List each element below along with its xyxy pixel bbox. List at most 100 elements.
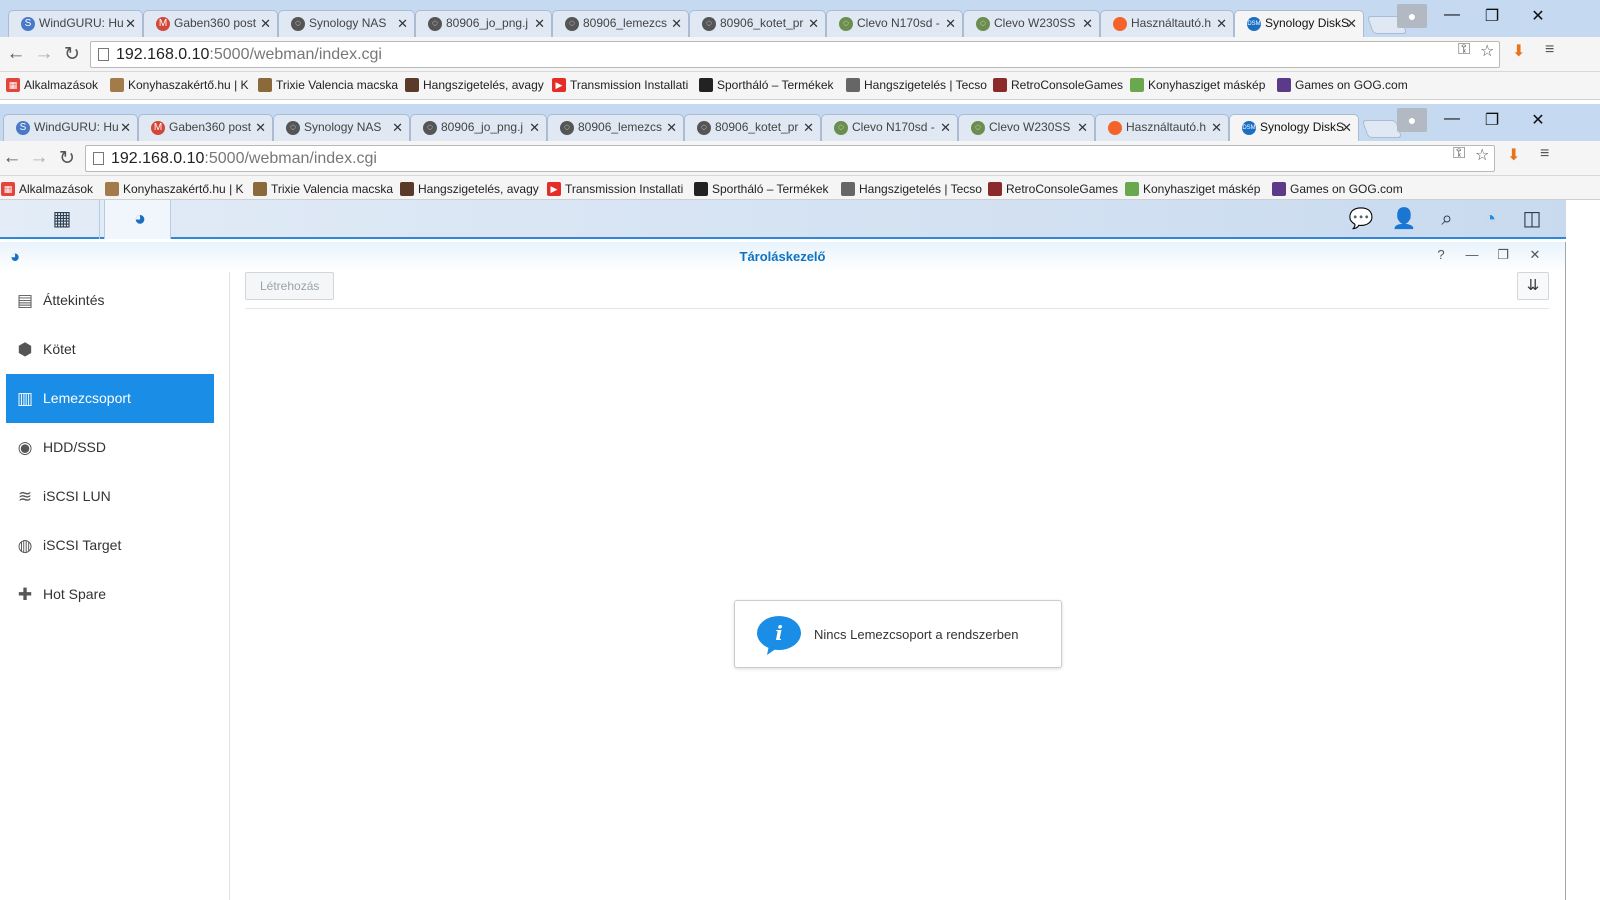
reload-icon[interactable]: ↻ xyxy=(55,147,79,170)
back-arrow-icon[interactable]: ← xyxy=(0,147,24,169)
tab-close-icon[interactable]: ✕ xyxy=(1077,115,1088,140)
notifications-icon[interactable]: 💬 xyxy=(1346,206,1376,232)
tab-close-icon[interactable]: ✕ xyxy=(120,115,131,140)
key-icon[interactable]: ⚿ xyxy=(1453,145,1465,163)
tab-close-icon[interactable]: ✕ xyxy=(1216,11,1227,36)
close-window-icon[interactable]: ✕ xyxy=(1518,110,1558,130)
sidebar-item-iscsi-lun[interactable]: ≋ iSCSI LUN xyxy=(6,472,214,521)
sidebar-item-disk-group[interactable]: ▥ Lemezcsoport xyxy=(6,374,214,423)
sidebar-item-volume[interactable]: ⬢ Kötet xyxy=(6,325,214,374)
browser-tab[interactable]: ◌ Clevo N170sd - ✕ xyxy=(821,114,958,141)
user-icon[interactable]: 👤 xyxy=(1389,206,1419,232)
menu-icon[interactable]: ≡ xyxy=(1545,41,1554,59)
tab-close-icon[interactable]: ✕ xyxy=(671,11,682,36)
forward-arrow-icon[interactable]: → xyxy=(27,147,51,169)
restore-window-icon[interactable]: ❐ xyxy=(1472,6,1512,26)
tab-close-icon[interactable]: ✕ xyxy=(1341,115,1352,140)
bookmark[interactable]: Konyhasziget máskép xyxy=(1130,78,1265,92)
sort-button[interactable]: ⇊ xyxy=(1517,272,1549,300)
browser-tab[interactable]: DSM Synology DiskS ✕ xyxy=(1234,10,1364,38)
browser-tab[interactable]: ◌ Clevo N170sd - ✕ xyxy=(826,10,963,37)
bookmark[interactable]: Konyhaszakértő.hu | K xyxy=(105,182,244,196)
bookmark[interactable]: Konyhaszakértő.hu | K xyxy=(110,78,249,92)
browser-tab[interactable]: M Gaben360 post ✕ xyxy=(138,114,273,141)
bookmark[interactable]: Trixie Valencia macska xyxy=(258,78,398,92)
menu-icon[interactable]: ≡ xyxy=(1540,145,1549,163)
address-bar[interactable]: 192.168.0.10:5000/webman/index.cgi xyxy=(85,145,1495,172)
browser-tab[interactable]: ◌ 80906_kotet_pr ✕ xyxy=(684,114,821,141)
help-icon[interactable]: ? xyxy=(1431,247,1451,262)
bookmark[interactable]: Konyhasziget máskép xyxy=(1125,182,1260,196)
search-icon[interactable]: ⌕ xyxy=(1432,206,1462,232)
forward-arrow-icon[interactable]: → xyxy=(32,43,56,65)
browser-tab[interactable]: ◌ 80906_jo_png.j ✕ xyxy=(410,114,547,141)
bookmark-star-icon[interactable]: ☆ xyxy=(1475,145,1489,165)
storage-manager-taskbar-button[interactable]: ◕ xyxy=(104,200,171,239)
sidebar-item-iscsi-target[interactable]: ◍ iSCSI Target xyxy=(6,521,214,570)
browser-tab[interactable]: DSM Synology DiskS ✕ xyxy=(1229,114,1359,142)
bookmark[interactable]: RetroConsoleGames xyxy=(993,78,1123,92)
browser-tab[interactable]: ◌ 80906_kotet_pr ✕ xyxy=(689,10,826,37)
browser-tab[interactable]: ◌ Synology NAS ✕ xyxy=(278,10,415,37)
bookmark[interactable]: Hangszigetelés, avagy xyxy=(400,182,539,196)
tab-close-icon[interactable]: ✕ xyxy=(529,115,540,140)
bookmark[interactable]: ▶ Transmission Installati xyxy=(552,78,688,92)
minimize-window-icon[interactable]: — xyxy=(1432,110,1472,128)
bookmark[interactable]: Games on GOG.com xyxy=(1272,182,1403,196)
tab-close-icon[interactable]: ✕ xyxy=(255,115,266,140)
bookmark[interactable]: RetroConsoleGames xyxy=(988,182,1118,196)
browser-tab[interactable]: ◌ 80906_lemezcs ✕ xyxy=(547,114,684,141)
tab-close-icon[interactable]: ✕ xyxy=(940,115,951,140)
profile-icon[interactable]: ● xyxy=(1397,4,1427,28)
bookmark[interactable]: Hangszigetelés | Tecso xyxy=(841,182,982,196)
bookmark[interactable]: Hangszigetelés | Tecso xyxy=(846,78,987,92)
minimize-icon[interactable]: — xyxy=(1462,247,1482,262)
tab-close-icon[interactable]: ✕ xyxy=(945,11,956,36)
close-icon[interactable]: ✕ xyxy=(1525,247,1545,263)
back-arrow-icon[interactable]: ← xyxy=(4,43,28,65)
bookmark[interactable]: Sportháló – Termékek xyxy=(699,78,834,92)
tab-close-icon[interactable]: ✕ xyxy=(397,11,408,36)
widgets-icon[interactable]: ◔ xyxy=(1475,206,1505,232)
browser-tab[interactable]: ◌ Clevo W230SS ✕ xyxy=(963,10,1100,37)
browser-tab[interactable]: ◌ Clevo W230SS ✕ xyxy=(958,114,1095,141)
create-button[interactable]: Létrehozás xyxy=(245,272,335,300)
bookmark[interactable]: ▦ Alkalmazások xyxy=(1,182,93,196)
browser-tab[interactable]: S WindGURU: Hu ✕ xyxy=(3,114,138,141)
sidebar-item-overview[interactable]: ▤ Áttekintés xyxy=(6,276,214,325)
tab-close-icon[interactable]: ✕ xyxy=(125,11,136,36)
bookmark[interactable]: Sportháló – Termékek xyxy=(694,182,829,196)
tab-close-icon[interactable]: ✕ xyxy=(1211,115,1222,140)
browser-tab[interactable]: M Gaben360 post ✕ xyxy=(143,10,278,37)
browser-tab[interactable]: ◌ 80906_lemezcs ✕ xyxy=(552,10,689,37)
browser-tab[interactable]: Használtautó.h ✕ xyxy=(1100,10,1234,37)
bookmark[interactable]: ▶ Transmission Installati xyxy=(547,182,683,196)
profile-icon[interactable]: ● xyxy=(1397,108,1427,132)
tab-close-icon[interactable]: ✕ xyxy=(808,11,819,36)
browser-tab[interactable]: Használtautó.h ✕ xyxy=(1095,114,1229,141)
close-window-icon[interactable]: ✕ xyxy=(1518,6,1558,26)
tab-close-icon[interactable]: ✕ xyxy=(392,115,403,140)
address-bar[interactable]: 192.168.0.10:5000/webman/index.cgi xyxy=(90,41,1500,68)
extension-icon[interactable]: ⬇ xyxy=(1512,41,1525,61)
tab-close-icon[interactable]: ✕ xyxy=(1346,11,1357,36)
main-menu-button[interactable]: ▦ xyxy=(25,200,100,239)
sidebar-item-hot-spare[interactable]: ✚ Hot Spare xyxy=(6,570,214,619)
restore-window-icon[interactable]: ❐ xyxy=(1472,110,1512,130)
browser-tab[interactable]: S WindGURU: Hu ✕ xyxy=(8,10,143,37)
browser-tab[interactable]: ◌ Synology NAS ✕ xyxy=(273,114,410,141)
layout-icon[interactable]: ◫ xyxy=(1517,206,1547,232)
tab-close-icon[interactable]: ✕ xyxy=(534,11,545,36)
minimize-window-icon[interactable]: — xyxy=(1432,6,1472,24)
bookmark[interactable]: ▦ Alkalmazások xyxy=(6,78,98,92)
tab-close-icon[interactable]: ✕ xyxy=(260,11,271,36)
reload-icon[interactable]: ↻ xyxy=(60,43,84,66)
key-icon[interactable]: ⚿ xyxy=(1458,41,1470,59)
maximize-icon[interactable]: ❐ xyxy=(1493,247,1513,263)
tab-close-icon[interactable]: ✕ xyxy=(1082,11,1093,36)
tab-close-icon[interactable]: ✕ xyxy=(666,115,677,140)
sidebar-item-hdd-ssd[interactable]: ◉ HDD/SSD xyxy=(6,423,214,472)
bookmark[interactable]: Games on GOG.com xyxy=(1277,78,1408,92)
tab-close-icon[interactable]: ✕ xyxy=(803,115,814,140)
bookmark[interactable]: Trixie Valencia macska xyxy=(253,182,393,196)
